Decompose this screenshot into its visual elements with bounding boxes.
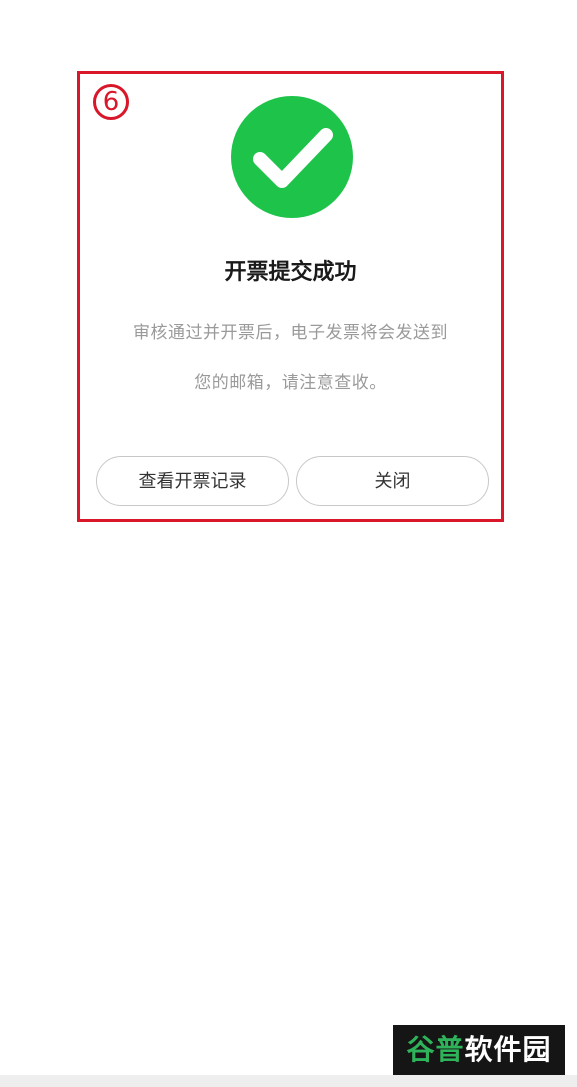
highlight-frame: 6 开票提交成功 审核通过并开票后，电子发票将会发送到 您的邮箱，请注意查收。 …: [77, 71, 504, 522]
dialog-message-line-1: 审核通过并开票后，电子发票将会发送到: [133, 323, 448, 343]
watermark-text-1: 谷普: [406, 1033, 465, 1066]
step-number-badge: 6: [93, 84, 129, 120]
watermark-text-2: 软件园: [464, 1033, 552, 1066]
view-invoice-records-button[interactable]: 查看开票记录: [96, 456, 289, 506]
page: { "step_marker": "6", "dialog": { "title…: [0, 0, 577, 1087]
dialog-message-line-2: 您的邮箱，请注意查收。: [194, 373, 387, 393]
footer-strip: [0, 1075, 577, 1087]
close-button[interactable]: 关闭: [296, 456, 489, 506]
step-number: 6: [102, 87, 120, 117]
watermark-logo: 谷普软件园: [393, 1025, 565, 1075]
dialog-title: 开票提交成功: [224, 260, 357, 285]
check-circle-icon: [231, 96, 353, 218]
